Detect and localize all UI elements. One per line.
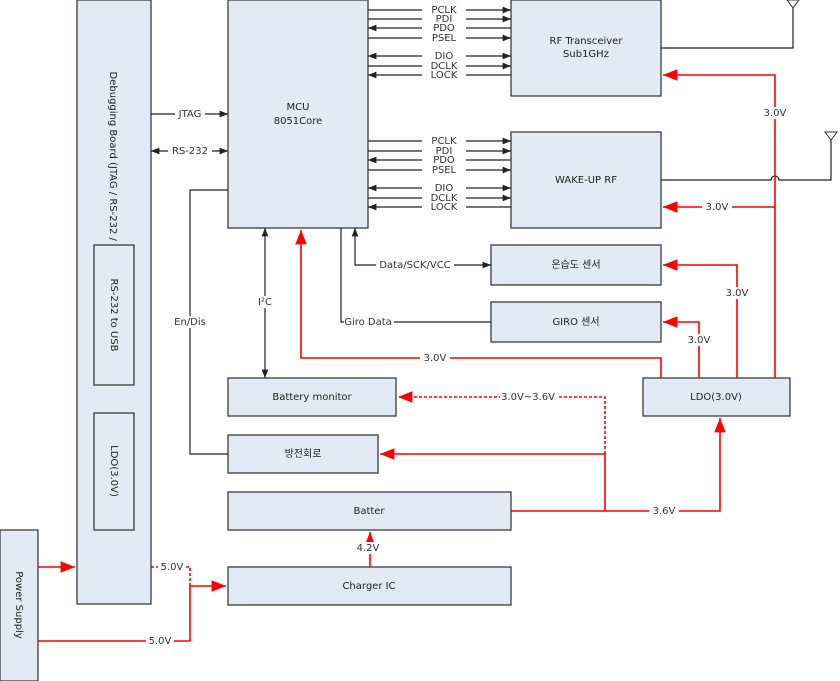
signal-lock: LOCK xyxy=(368,70,511,81)
debugging-board: Debugging Board (JTAG / RS-232 / USB) RS… xyxy=(76,0,152,605)
svg-text:5.0V: 5.0V xyxy=(149,636,172,647)
i2c-line: I²C xyxy=(255,228,275,378)
svg-text:Sub1GHz: Sub1GHz xyxy=(563,49,609,60)
svg-text:Charger IC: Charger IC xyxy=(342,581,395,592)
svg-text:5.0V: 5.0V xyxy=(161,562,184,573)
svg-text:I²C: I²C xyxy=(258,297,272,308)
svg-text:Data/SCK/VCC: Data/SCK/VCC xyxy=(379,260,450,271)
svg-text:LDO(3.0V): LDO(3.0V) xyxy=(690,392,742,403)
svg-text:RS-232: RS-232 xyxy=(172,146,208,157)
wakeup-rf-block: WAKE-UP RF xyxy=(510,131,662,229)
signal-label: LOCK xyxy=(431,70,458,81)
svg-text:3.0V: 3.0V xyxy=(764,108,787,119)
svg-text:WAKE-UP RF: WAKE-UP RF xyxy=(555,175,617,186)
power-battery-monitor: 3.0V~3.6V xyxy=(398,391,606,454)
svg-text:3.0V: 3.0V xyxy=(688,335,711,346)
antenna-icon xyxy=(661,0,800,49)
giro-sensor-block: GIRO 센서 xyxy=(490,301,662,343)
signal-label: LOCK xyxy=(431,202,458,213)
svg-text:RS-232 to USB: RS-232 to USB xyxy=(108,279,119,352)
mcu-block: MCU 8051Core xyxy=(227,0,369,229)
svg-text:En/Dis: En/Dis xyxy=(174,317,206,328)
rf-transceiver-block: RF Transceiver Sub1GHz xyxy=(510,0,662,97)
giro-data-line: Giro Data xyxy=(340,228,491,328)
signal-psel: PSEL xyxy=(368,33,511,44)
signal-lock: LOCK xyxy=(368,202,511,213)
svg-text:3.0V~3.6V: 3.0V~3.6V xyxy=(501,392,555,403)
svg-text:온습도 센서: 온습도 센서 xyxy=(551,259,600,271)
antenna-icon xyxy=(661,131,838,181)
rf-signal-bus: PCLKPDIPDOPSELDIODCLKLOCK xyxy=(368,5,511,81)
signal-label: PSEL xyxy=(432,165,457,176)
data-sck-vcc-line: Data/SCK/VCC xyxy=(351,228,491,271)
svg-text:3.0V: 3.0V xyxy=(726,288,749,299)
battery-block: Batter xyxy=(227,491,512,531)
humidity-sensor-block: 온습도 센서 xyxy=(490,244,662,286)
svg-text:Power Supply: Power Supply xyxy=(13,571,24,639)
power-supply-block: Power Supply xyxy=(0,529,39,681)
svg-text:LDO(3.0V): LDO(3.0V) xyxy=(108,445,119,497)
ldo-block: LDO(3.0V) xyxy=(642,377,791,417)
signal-label: PSEL xyxy=(432,33,457,44)
svg-text:Debugging Board (JTAG / RS-232: Debugging Board (JTAG / RS-232 / USB) xyxy=(107,72,118,269)
en-dis-line: En/Dis xyxy=(170,189,228,455)
svg-text:방전회로: 방전회로 xyxy=(285,448,322,460)
battery-monitor-block: Battery monitor xyxy=(227,377,397,417)
svg-text:3.6V: 3.6V xyxy=(653,506,676,517)
svg-text:GIRO 센서: GIRO 센서 xyxy=(552,316,599,328)
discharge-circuit-block: 방전회로 xyxy=(227,434,379,474)
block-diagram: Debugging Board (JTAG / RS-232 / USB) RS… xyxy=(0,0,838,681)
svg-text:RF Transceiver: RF Transceiver xyxy=(550,36,624,47)
svg-text:MCU: MCU xyxy=(287,102,310,113)
jtag-line: JTAG xyxy=(151,108,228,120)
power-3v-giro: 3.0V xyxy=(663,316,714,378)
charger-ic-block: Charger IC xyxy=(227,566,512,606)
svg-text:Batter: Batter xyxy=(353,506,385,517)
power-3v-rf: 3.0V 3.0V xyxy=(663,69,790,378)
svg-text:8051Core: 8051Core xyxy=(274,116,323,127)
svg-text:JTAG: JTAG xyxy=(178,109,202,120)
svg-text:Giro Data: Giro Data xyxy=(344,317,392,328)
signal-psel: PSEL xyxy=(368,165,511,176)
svg-text:4.2V: 4.2V xyxy=(357,543,380,554)
wakeup-signal-bus: PCLKPDIPDOPSELDIODCLKLOCK xyxy=(368,136,511,213)
rs232-line: RS-232 xyxy=(151,145,228,157)
svg-text:3.0V: 3.0V xyxy=(424,353,447,364)
power-charge: 4.2V xyxy=(355,532,385,567)
svg-text:Battery monitor: Battery monitor xyxy=(272,392,352,403)
svg-text:3.0V: 3.0V xyxy=(706,202,729,213)
